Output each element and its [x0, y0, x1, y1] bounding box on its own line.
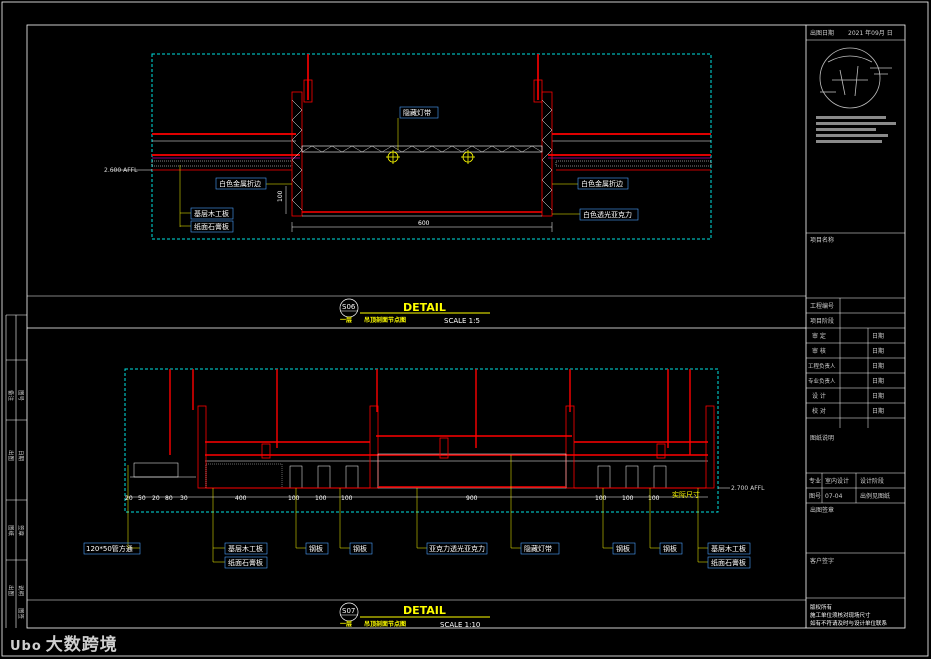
strip-text-7: 说明	[17, 585, 25, 597]
detail1-label-1: 白色金属折边	[219, 179, 261, 188]
detail2-label-8: 钢板	[663, 544, 677, 553]
detail2-dim-9: 900	[466, 495, 478, 502]
project-phase-label: 项目阶段	[810, 317, 834, 325]
role-1-date: 日期	[872, 347, 884, 355]
role-4: 设 计	[812, 392, 826, 400]
strip-text-5: 签章	[17, 525, 25, 537]
detail2-site-dim: 实际尺寸	[672, 490, 700, 499]
detail2-dim-4: 30	[180, 495, 188, 502]
detail2-dim-0: 20	[125, 495, 133, 502]
detail2-dim-6: 100	[288, 495, 300, 502]
project-name-label: 项目名称	[810, 236, 834, 244]
drawing-name: 出例见图纸	[860, 492, 890, 500]
role-5: 校 对	[812, 407, 826, 415]
strip-text-6: 出图	[7, 585, 15, 597]
watermark-logo: Ubo	[10, 639, 42, 654]
role-2-date: 日期	[872, 362, 884, 370]
sheet-border	[1, 1, 929, 657]
client-sign-label: 客户签字	[810, 557, 834, 565]
detail2-label-5: 亚克力透光亚克力	[429, 544, 485, 553]
drawing-desc-label: 图纸说明	[810, 434, 834, 442]
drawing-frame	[26, 24, 906, 629]
detail2-dim-2: 20	[152, 495, 160, 502]
detail2-scale: SCALE 1:10	[440, 621, 480, 629]
stage-label: 设计阶段	[860, 477, 884, 485]
role-0-date: 日期	[872, 332, 884, 340]
detail2-dim-1: 50	[138, 495, 146, 502]
detail2-label-7: 钢板	[616, 544, 630, 553]
detail1-label-2: 白色金属折边	[581, 179, 623, 188]
strip-text-8: 图签	[17, 608, 25, 620]
note-2: 如有不符请及时与设计单位联系	[810, 619, 888, 627]
note-1: 施工单位须核对现场尺寸	[810, 611, 871, 619]
detail2-level: 2.700 AFFL	[731, 485, 765, 492]
detail1-code: S06	[342, 303, 356, 311]
detail2-label-3: 钢板	[309, 544, 323, 553]
role-3: 专业负责人	[808, 377, 836, 385]
detail1-subtitle: 吊顶剖面节点图	[364, 316, 406, 324]
detail1-level: 2.600 AFFL	[104, 167, 138, 174]
detail2-dim-11: 100	[622, 495, 634, 502]
issue-date-label: 出图日期	[810, 29, 834, 37]
watermark-text: 大数跨境	[45, 635, 118, 655]
detail2-label-4: 钢板	[353, 544, 367, 553]
role-0: 审 定	[812, 332, 826, 340]
detail2-label-9: 基层木工板	[711, 544, 746, 553]
detail2-label-10: 纸面石膏板	[711, 558, 746, 567]
role-1: 审 核	[812, 347, 826, 355]
note-0: 版权所有	[810, 603, 833, 611]
company-seal-icon	[819, 47, 892, 109]
detail1-label-0: 隐藏灯带	[403, 108, 431, 117]
detail2-dim-3: 80	[165, 495, 173, 502]
strip-text-4: 图纸	[7, 525, 15, 537]
detail2-boundary	[124, 368, 719, 513]
stamp-label: 出图签章	[810, 506, 834, 514]
strip-text-0: 备注	[7, 390, 15, 402]
drawing-no-value: 07-04	[825, 493, 843, 500]
detail1-label-4: 纸面石膏板	[194, 222, 229, 231]
detail1-subtitle-prefix: 一层	[340, 316, 352, 324]
left-title-strip: 备注 图号 出图 日期 图纸 签章 出图 说明 图签	[5, 314, 27, 628]
detail2-dim-10: 100	[595, 495, 607, 502]
discipline-label: 专业	[809, 477, 821, 485]
discipline-value: 室内设计	[825, 477, 849, 485]
detail2-code: S07	[342, 607, 355, 615]
detail2-label-6: 隐藏灯带	[524, 544, 552, 553]
detail2-dim-12: 100	[648, 495, 660, 502]
role-3-date: 日期	[872, 377, 884, 385]
detail1-label-3: 基层木工板	[194, 209, 229, 218]
strip-text-3: 日期	[17, 450, 24, 462]
detail2-dim-5: 400	[235, 495, 247, 502]
strip-text-2: 出图	[7, 450, 15, 462]
detail1-dim-0: 100	[277, 190, 284, 202]
detail2-label-1: 基层木工板	[228, 544, 263, 553]
strip-text-1: 图号	[17, 390, 25, 402]
detail1-dim-1: 600	[418, 220, 430, 227]
detail1-label-5: 白色透光亚克力	[583, 210, 632, 219]
role-5-date: 日期	[872, 407, 884, 415]
detail2-label-2: 纸面石膏板	[228, 558, 263, 567]
cad-drawing: 备注 图号 出图 日期 图纸 签章 出图 说明 图签 600 100 2.600…	[1, 1, 929, 657]
detail2-dim-7: 100	[315, 495, 327, 502]
detail-s07: 20 50 20 80 30 400 100 100 100 900 100 1…	[27, 368, 806, 629]
detail2-subtitle-prefix: 一层	[340, 620, 352, 628]
role-4-date: 日期	[872, 392, 884, 400]
detail2-subtitle: 吊顶剖面节点图	[364, 620, 406, 628]
issue-date-value: 2021 年09月 日	[848, 29, 893, 37]
drawing-no-label: 图号	[809, 493, 821, 500]
detail1-title: DETAIL	[403, 301, 446, 314]
project-no-label: 工程编号	[810, 302, 834, 310]
detail1-scale: SCALE 1:5	[444, 317, 480, 325]
watermark: Ubo 大数跨境	[10, 630, 118, 655]
detail2-label-0: 120*50管方通	[86, 544, 133, 553]
detail2-title: DETAIL	[403, 604, 446, 617]
detail-s06: 600 100 2.600 AFFL 隐藏灯带 白色金属折边 白色金属折边 基层…	[27, 53, 806, 325]
role-2: 工程负责人	[808, 362, 836, 370]
title-block: 出图日期 2021 年09月 日 项目名称 工程编号 项目阶段 审 定 日期 审…	[806, 29, 905, 627]
detail2-dim-8: 100	[341, 495, 353, 502]
